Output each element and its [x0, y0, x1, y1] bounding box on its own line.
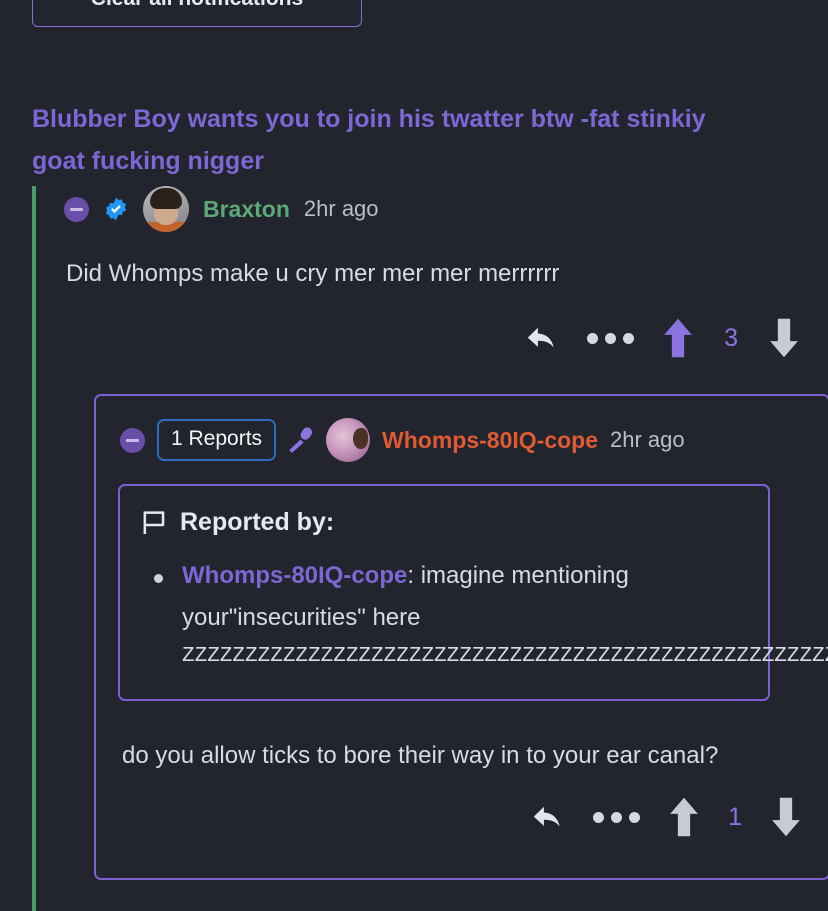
more-options-icon[interactable] — [587, 325, 635, 352]
avatar-detail — [353, 428, 369, 449]
reply-author-username[interactable]: Whomps-80IQ-cope — [382, 427, 598, 454]
verified-badge-icon[interactable] — [103, 196, 129, 222]
reply-arrow-icon[interactable] — [531, 802, 565, 832]
clear-all-notifications-button[interactable]: Clear all notifications — [32, 0, 362, 28]
flag-icon — [143, 511, 165, 534]
reply-action-row: 1 — [96, 777, 828, 837]
reported-by-panel: Reported by: Whomps-80IQ-cope: imagine m… — [118, 484, 828, 701]
minus-circle-icon[interactable] — [120, 427, 145, 453]
clear-all-notifications-container: Clear all notifications — [32, 0, 362, 28]
vote-score: 1 — [728, 802, 742, 831]
upvote-arrow-icon[interactable] — [662, 318, 694, 358]
minus-circle-icon[interactable] — [64, 196, 89, 222]
comment-action-row: 3 — [64, 294, 828, 364]
avatar[interactable] — [326, 418, 371, 462]
vote-score: 3 — [724, 323, 738, 352]
reply-body-text: do you allow ticks to bore their way in … — [122, 742, 719, 769]
comment-thread: Braxton 2hr ago Did Whomps make u cry me… — [32, 186, 828, 911]
notification-post-title-link[interactable]: Blubber Boy wants you to join his twatte… — [32, 98, 722, 182]
list-item: Whomps-80IQ-cope: imagine mentioning you… — [146, 555, 828, 675]
reply-header: 1 Reports Whomps-80IQ-cope 2hr ago — [96, 418, 828, 462]
report-overflow-text: ZZZZZZZZZZZZZZZZZZZZZZZZZZZZZZZZZZZZZZZZ… — [182, 645, 828, 668]
comment-body-text: Did Whomps make u cry mer mer mer merrrr… — [66, 260, 560, 287]
reply-arrow-icon[interactable] — [525, 323, 559, 353]
reported-by-list: Whomps-80IQ-cope: imagine mentioning you… — [120, 537, 828, 675]
avatar-detail — [150, 188, 182, 209]
nested-reply-card: 1 Reports Whomps-80IQ-cope 2hr ago Repor… — [94, 394, 828, 880]
downvote-arrow-icon[interactable] — [770, 797, 802, 837]
downvote-arrow-icon[interactable] — [768, 318, 800, 358]
upvote-arrow-icon[interactable] — [668, 797, 700, 837]
avatar[interactable] — [143, 186, 189, 232]
comment-author-username[interactable]: Braxton — [203, 196, 290, 223]
more-options-icon[interactable] — [593, 804, 641, 831]
reports-count-badge[interactable]: 1 Reports — [157, 419, 277, 461]
comment-timestamp: 2hr ago — [303, 196, 379, 221]
reported-by-heading: Reported by: — [120, 508, 768, 537]
reported-by-label: Reported by: — [180, 508, 335, 536]
microphone-icon[interactable] — [288, 425, 314, 455]
reply-timestamp: 2hr ago — [610, 427, 685, 452]
comment-header: Braxton 2hr ago — [64, 186, 828, 232]
reporter-username-link[interactable]: Whomps-80IQ-cope — [182, 562, 407, 589]
